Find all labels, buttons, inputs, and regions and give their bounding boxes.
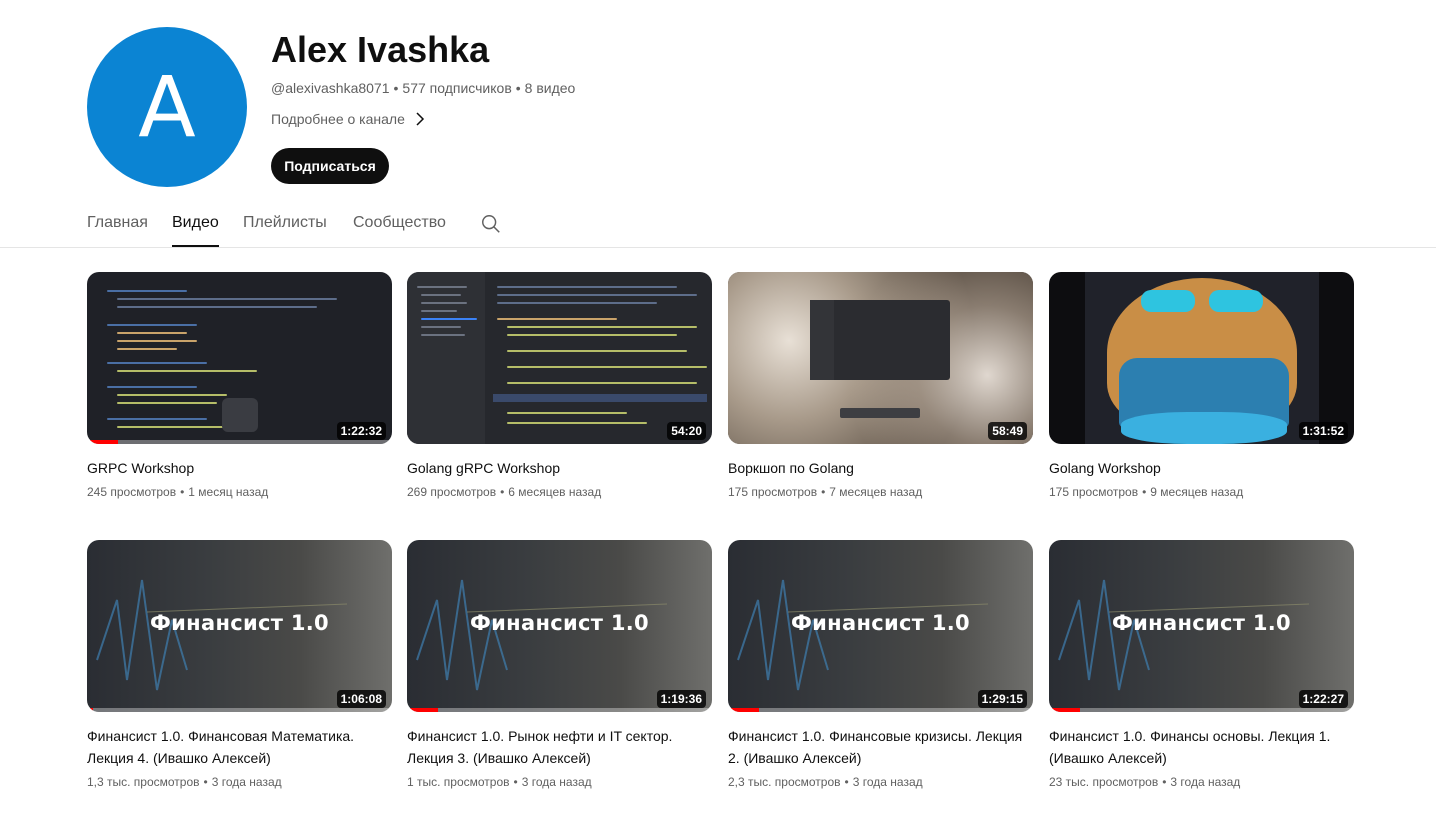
video-count: 8 видео bbox=[524, 80, 576, 96]
upload-age: 3 года назад bbox=[1170, 775, 1241, 789]
tab-playlists[interactable]: Плейлисты bbox=[243, 200, 327, 247]
thumbnail-title: Финансист 1.0 bbox=[1112, 611, 1291, 635]
watch-progress bbox=[728, 708, 759, 712]
watch-progress bbox=[87, 708, 94, 712]
upload-age: 7 месяцев назад bbox=[829, 485, 923, 499]
subscriber-count: 577 подписчиков bbox=[402, 80, 512, 96]
video-thumbnail[interactable]: Финансист 1.0 1:29:15 bbox=[728, 540, 1033, 712]
subscribe-button[interactable]: Подписаться bbox=[271, 148, 389, 184]
view-count: 175 просмотров bbox=[1049, 485, 1139, 499]
video-meta: 2,3 тыс. просмотров • 3 года назад bbox=[728, 775, 923, 789]
video-card[interactable]: 54:20 Golang gRPC Workshop 269 просмотро… bbox=[407, 272, 712, 501]
video-thumbnail[interactable]: 58:49 bbox=[728, 272, 1033, 444]
upload-age: 3 года назад bbox=[211, 775, 282, 789]
upload-age: 1 месяц назад bbox=[188, 485, 269, 499]
video-meta: 175 просмотров • 9 месяцев назад bbox=[1049, 485, 1244, 499]
video-card[interactable]: 1:31:52 Golang Workshop 175 просмотров • 9… bbox=[1049, 272, 1354, 501]
video-duration: 54:20 bbox=[667, 422, 706, 440]
video-duration: 1:06:08 bbox=[336, 690, 386, 708]
video-meta: 23 тыс. просмотров • 3 года назад bbox=[1049, 775, 1241, 789]
video-thumbnail[interactable]: 1:22:32 bbox=[87, 272, 392, 444]
channel-meta: @alexivashka8071 • 577 подписчиков • 8 видео bbox=[271, 80, 576, 96]
video-meta: 245 просмотров • 1 месяц назад bbox=[87, 485, 269, 499]
video-card[interactable]: Финансист 1.0 1:22:27 Финансист 1.0. Фин… bbox=[1049, 540, 1354, 791]
video-title[interactable]: Финансист 1.0. Рынок нефти и IT сектор. … bbox=[407, 725, 712, 769]
channel-name: Alex Ivashka bbox=[271, 29, 490, 70]
view-count: 269 просмотров bbox=[407, 485, 497, 499]
video-title[interactable]: Финансист 1.0. Финансовая Математика. Ле… bbox=[87, 725, 392, 769]
video-duration: 1:19:36 bbox=[656, 690, 706, 708]
video-meta: 269 просмотров • 6 месяцев назад bbox=[407, 485, 602, 499]
upload-age: 9 месяцев назад bbox=[1150, 485, 1244, 499]
video-thumbnail[interactable]: Финансист 1.0 1:06:08 bbox=[87, 540, 392, 712]
tab-videos[interactable]: Видео bbox=[172, 200, 219, 247]
video-title[interactable]: GRPC Workshop bbox=[87, 457, 392, 479]
search-icon[interactable] bbox=[480, 213, 502, 235]
volume-icon bbox=[222, 398, 258, 432]
video-meta: 175 просмотров • 7 месяцев назад bbox=[728, 485, 923, 499]
video-title[interactable]: Golang Workshop bbox=[1049, 457, 1354, 479]
upload-age: 3 года назад bbox=[852, 775, 923, 789]
tab-home[interactable]: Главная bbox=[87, 200, 148, 247]
video-meta: 1 тыс. просмотров • 3 года назад bbox=[407, 775, 592, 789]
video-card[interactable]: Финансист 1.0 1:19:36 Финансист 1.0. Рын… bbox=[407, 540, 712, 791]
view-count: 175 просмотров bbox=[728, 485, 818, 499]
thumbnail-title: Финансист 1.0 bbox=[791, 611, 970, 635]
video-title[interactable]: Воркшоп по Golang bbox=[728, 457, 1033, 479]
upload-age: 6 месяцев назад bbox=[508, 485, 602, 499]
channel-tabs: Главная Видео Плейлисты Сообщество bbox=[0, 200, 1436, 248]
video-duration: 1:22:32 bbox=[336, 422, 386, 440]
channel-handle: @alexivashka8071 bbox=[271, 80, 390, 96]
video-duration: 1:22:27 bbox=[1298, 690, 1348, 708]
channel-avatar[interactable]: A bbox=[87, 27, 247, 187]
chevron-right-icon bbox=[416, 112, 424, 126]
watch-progress bbox=[1049, 708, 1080, 712]
view-count: 1 тыс. просмотров bbox=[407, 775, 510, 789]
video-title[interactable]: Финансист 1.0. Финансовые кризисы. Лекци… bbox=[728, 725, 1033, 769]
video-duration: 58:49 bbox=[988, 422, 1027, 440]
video-thumbnail[interactable]: Финансист 1.0 1:19:36 bbox=[407, 540, 712, 712]
upload-age: 3 года назад bbox=[521, 775, 592, 789]
video-duration: 1:31:52 bbox=[1298, 422, 1348, 440]
video-thumbnail[interactable]: 54:20 bbox=[407, 272, 712, 444]
watch-progress bbox=[87, 440, 118, 444]
thumbnail-title: Финансист 1.0 bbox=[150, 611, 329, 635]
video-thumbnail[interactable]: 1:31:52 bbox=[1049, 272, 1354, 444]
video-title[interactable]: Финансист 1.0. Финансы основы. Лекция 1.… bbox=[1049, 725, 1354, 769]
view-count: 1,3 тыс. просмотров bbox=[87, 775, 200, 789]
video-thumbnail[interactable]: Финансист 1.0 1:22:27 bbox=[1049, 540, 1354, 712]
video-card[interactable]: Финансист 1.0 1:29:15 Финансист 1.0. Фин… bbox=[728, 540, 1033, 791]
video-card[interactable]: 58:49 Воркшоп по Golang 175 просмотров • 7… bbox=[728, 272, 1033, 501]
view-count: 245 просмотров bbox=[87, 485, 177, 499]
video-card[interactable]: 1:22:32 GRPC Workshop 245 просмотров • 1 м… bbox=[87, 272, 392, 501]
avatar-letter: A bbox=[138, 58, 196, 156]
video-card[interactable]: Финансист 1.0 1:06:08 Финансист 1.0. Фин… bbox=[87, 540, 392, 791]
watch-progress bbox=[407, 708, 438, 712]
view-count: 23 тыс. просмотров bbox=[1049, 775, 1159, 789]
view-count: 2,3 тыс. просмотров bbox=[728, 775, 841, 789]
tab-community[interactable]: Сообщество bbox=[353, 200, 446, 247]
channel-about-label: Подробнее о канале bbox=[271, 111, 405, 127]
channel-about-link[interactable]: Подробнее о канале bbox=[271, 109, 425, 129]
video-meta: 1,3 тыс. просмотров • 3 года назад bbox=[87, 775, 282, 789]
video-duration: 1:29:15 bbox=[977, 690, 1027, 708]
video-title[interactable]: Golang gRPC Workshop bbox=[407, 457, 712, 479]
thumbnail-title: Финансист 1.0 bbox=[470, 611, 649, 635]
